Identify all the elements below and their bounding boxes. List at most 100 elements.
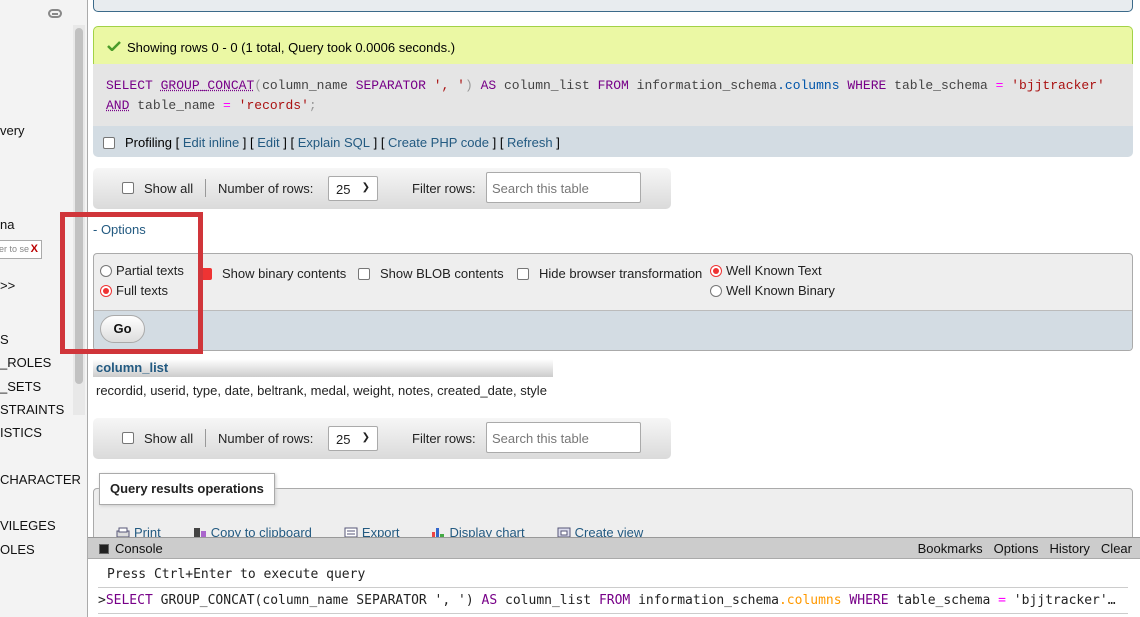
wkt-label: Well Known Text xyxy=(726,263,822,278)
sidebar-item[interactable]: ISTICS xyxy=(0,425,42,440)
result-cell[interactable]: recordid, userid, type, date, beltrank, … xyxy=(96,383,547,398)
filter-rows-input[interactable]: Search this table xyxy=(486,422,641,453)
sql-function[interactable]: GROUP_CONCAT xyxy=(161,78,255,93)
console-title[interactable]: Console xyxy=(115,541,163,556)
console-bookmarks-link[interactable]: Bookmarks xyxy=(918,541,983,556)
wkt-radio[interactable] xyxy=(710,264,722,277)
sql-keyword: WHERE xyxy=(849,593,889,608)
chevron-down-icon: ❯ xyxy=(361,432,370,443)
sidebar-item[interactable]: _ROLES xyxy=(0,355,51,370)
console-options-link[interactable]: Options xyxy=(994,541,1039,556)
show-blob-option[interactable]: Show BLOB contents xyxy=(358,266,504,281)
profiling-label: Profiling xyxy=(125,135,172,150)
rows-value: 25 xyxy=(336,182,351,197)
sidebar-item[interactable]: S xyxy=(0,332,9,347)
sql-identifier: table_schema xyxy=(894,78,996,93)
success-text: Showing rows 0 - 0 (1 total, Query took … xyxy=(127,40,456,55)
console-query-entry[interactable]: >SELECT GROUP_CONCAT(column_name SEPARAT… xyxy=(98,593,1116,608)
rows-per-page-select[interactable]: 25 ❯ xyxy=(328,176,378,201)
sql-punc: ; xyxy=(308,98,317,113)
filter-placeholder: er to se xyxy=(0,244,30,254)
sidebar-more-link[interactable]: >> xyxy=(0,278,15,293)
profiling-bar: Profiling [ Edit inline ] [ Edit ] [ Exp… xyxy=(93,126,1133,157)
filter-rows-label: Filter rows: xyxy=(412,431,476,446)
sidebar-item[interactable]: OLES xyxy=(0,542,35,557)
console-body: Press Ctrl+Enter to execute query >SELEC… xyxy=(88,560,1140,617)
sql-operator: = xyxy=(223,98,231,113)
sql-keyword: AS xyxy=(481,593,498,608)
sql-keyword[interactable]: SELECT xyxy=(106,78,153,93)
sql-text: GROUP_CONCAT(column_name SEPARATOR ', ') xyxy=(152,593,482,608)
sql-code: SELECT GROUP_CONCAT(column_name SEPARATO… xyxy=(106,76,1105,116)
sidebar-item[interactable]: very xyxy=(0,123,25,138)
sql-property: columns xyxy=(784,78,840,93)
sql-text: information_schema xyxy=(630,593,779,608)
edit-link[interactable]: Edit xyxy=(257,135,279,150)
query-results-operations-legend: Query results operations xyxy=(99,473,275,505)
table-navigation-top: Show all Number of rows: 25 ❯ Filter rows… xyxy=(93,168,671,209)
sidebar-item[interactable]: na xyxy=(0,217,14,232)
table-navigation-bottom: Show all Number of rows: 25 ❯ Filter rows… xyxy=(93,418,671,459)
sql-keyword: FROM xyxy=(598,593,631,608)
success-message: Showing rows 0 - 0 (1 total, Query took … xyxy=(93,26,1133,64)
divider xyxy=(98,587,1128,588)
chevron-down-icon: ❯ xyxy=(361,182,370,193)
top-panel xyxy=(93,0,1133,12)
sql-keyword: SELECT xyxy=(105,593,153,608)
wkb-radio[interactable] xyxy=(710,284,722,297)
sql-keyword: AS xyxy=(480,78,497,93)
divider xyxy=(205,429,206,447)
hide-transformation-checkbox[interactable] xyxy=(517,267,529,280)
explain-sql-link[interactable]: Explain SQL xyxy=(298,135,370,150)
console-hint: Press Ctrl+Enter to execute query xyxy=(107,567,366,582)
sql-identifier: column_name xyxy=(262,78,356,93)
clear-filter-icon[interactable]: X xyxy=(31,243,38,255)
sidebar-item[interactable]: STRAINTS xyxy=(0,402,64,417)
wkt-option[interactable]: Well Known Text xyxy=(710,263,822,278)
refresh-link[interactable]: Refresh xyxy=(507,135,553,150)
sql-keyword: SEPARATOR xyxy=(355,78,426,93)
sql-property: .columns xyxy=(778,593,842,608)
divider xyxy=(98,613,1128,614)
show-binary-label: Show binary contents xyxy=(222,266,347,281)
edit-inline-link[interactable]: Edit inline xyxy=(183,135,239,150)
sql-punc: . xyxy=(777,78,785,93)
sql-keyword: WHERE xyxy=(847,78,887,93)
sql-string: 'records' xyxy=(238,98,309,113)
sql-query-display: SELECT GROUP_CONCAT(column_name SEPARATO… xyxy=(93,64,1133,126)
sidebar-item[interactable]: _SETS xyxy=(0,379,41,394)
show-all-checkbox[interactable] xyxy=(122,182,134,194)
sql-string: 'bjjtracker' xyxy=(1011,78,1105,93)
show-blob-checkbox[interactable] xyxy=(358,267,370,280)
link-icon[interactable] xyxy=(48,9,62,18)
show-binary-option[interactable]: Show binary contents xyxy=(200,266,346,281)
console-clear-link[interactable]: Clear xyxy=(1101,541,1132,556)
filter-rows-input[interactable]: Search this table xyxy=(486,172,641,203)
console-icon xyxy=(99,544,109,554)
column-header-column-list[interactable]: column_list xyxy=(93,359,553,377)
sql-text: column_list xyxy=(497,593,599,608)
sql-identifier: information_schema xyxy=(636,78,778,93)
console-bar[interactable]: Console Bookmarks Options History Clear xyxy=(88,537,1140,559)
create-php-code-link[interactable]: Create PHP code xyxy=(388,135,489,150)
sql-operator: = xyxy=(998,593,1006,608)
display-options-panel: Partial texts Full texts Show binary con… xyxy=(93,253,1133,351)
wkb-option[interactable]: Well Known Binary xyxy=(710,283,835,298)
rows-value: 25 xyxy=(336,432,351,447)
sidebar-filter-input[interactable]: er to se X xyxy=(0,240,42,259)
rows-label: Number of rows: xyxy=(218,431,314,446)
show-blob-label: Show BLOB contents xyxy=(380,266,504,281)
rows-label: Number of rows: xyxy=(218,181,314,196)
profiling-checkbox[interactable] xyxy=(103,136,115,149)
hide-transformation-option[interactable]: Hide browser transformation xyxy=(517,266,702,281)
sql-keyword[interactable]: AND xyxy=(106,98,129,113)
console-history-link[interactable]: History xyxy=(1049,541,1089,556)
sidebar-item[interactable]: VILEGES xyxy=(0,518,56,533)
sql-punc: ( xyxy=(254,78,263,93)
sidebar-item[interactable]: CHARACTER xyxy=(0,472,81,487)
show-all-checkbox[interactable] xyxy=(122,432,134,444)
rows-per-page-select[interactable]: 25 ❯ xyxy=(328,426,378,451)
annotation-highlight-box xyxy=(60,212,203,354)
show-all-label: Show all xyxy=(144,181,194,196)
sql-text: table_schema xyxy=(888,593,999,608)
